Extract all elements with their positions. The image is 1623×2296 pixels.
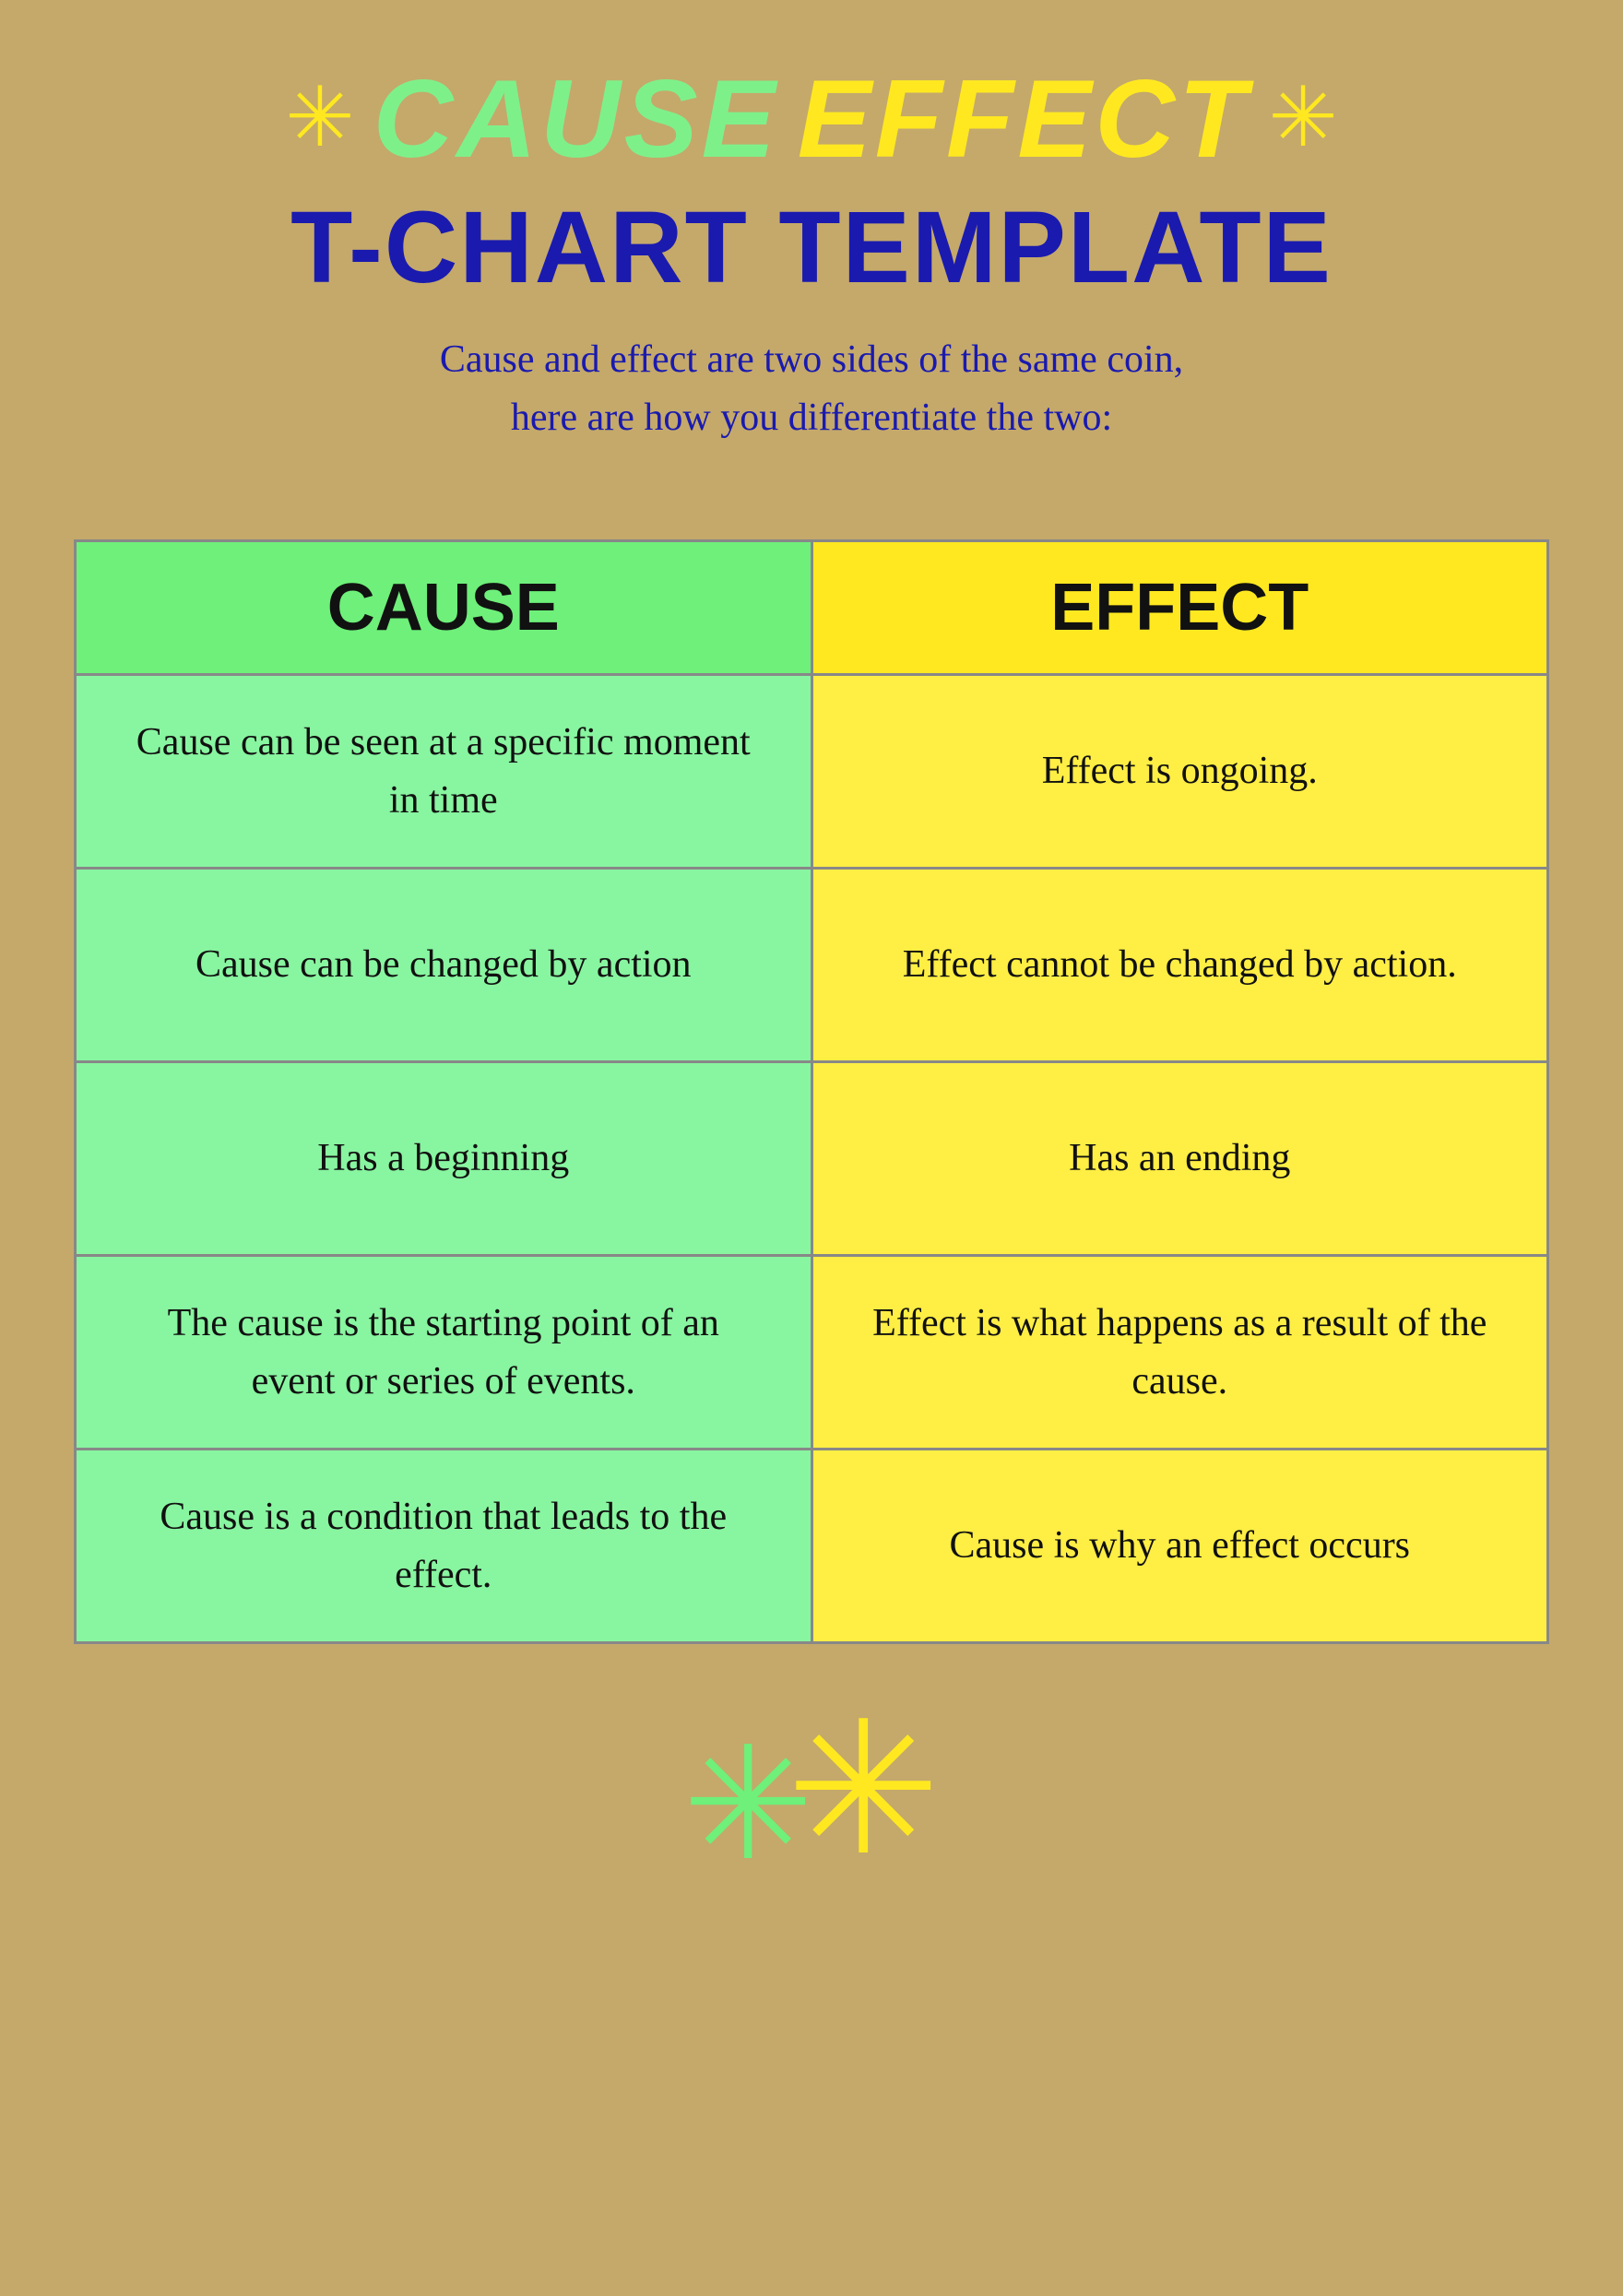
- cause-column: CAUSE Cause can be seen at a specific mo…: [77, 542, 813, 1641]
- title-line2: T-CHART TEMPLATE: [74, 192, 1549, 303]
- star-right-icon: ✳: [1268, 77, 1337, 160]
- title-cause: CAUSE: [373, 55, 779, 183]
- effect-row-3: Has an ending: [813, 1060, 1547, 1254]
- effect-row-2: Effect cannot be changed by action.: [813, 867, 1547, 1060]
- effect-column-header: EFFECT: [813, 542, 1547, 673]
- cause-row-3: Has a beginning: [77, 1060, 811, 1254]
- star-left-icon: ✳: [285, 77, 354, 160]
- page-header: ✳ CAUSE EFFECT ✳ T-CHART TEMPLATE Cause …: [74, 55, 1549, 503]
- title-effect: EFFECT: [798, 55, 1250, 183]
- title-line1: ✳ CAUSE EFFECT ✳: [74, 55, 1549, 183]
- bottom-decoration: ✳ ✳: [682, 1699, 941, 1884]
- cause-row-1: Cause can be seen at a specific moment i…: [77, 673, 811, 867]
- cause-row-2: Cause can be changed by action: [77, 867, 811, 1060]
- effect-row-4: Effect is what happens as a result of th…: [813, 1254, 1547, 1448]
- subtitle: Cause and effect are two sides of the sa…: [74, 331, 1549, 447]
- effect-row-1: Effect is ongoing.: [813, 673, 1547, 867]
- t-chart: CAUSE Cause can be seen at a specific mo…: [74, 539, 1549, 1644]
- cause-column-header: CAUSE: [77, 542, 811, 673]
- effect-row-5: Cause is why an effect occurs: [813, 1448, 1547, 1641]
- effect-column: EFFECT Effect is ongoing. Effect cannot …: [813, 542, 1547, 1641]
- cause-row-5: Cause is a condition that leads to the e…: [77, 1448, 811, 1641]
- snowflake-yellow-icon: ✳: [786, 1699, 941, 1884]
- cause-row-4: The cause is the starting point of an ev…: [77, 1254, 811, 1448]
